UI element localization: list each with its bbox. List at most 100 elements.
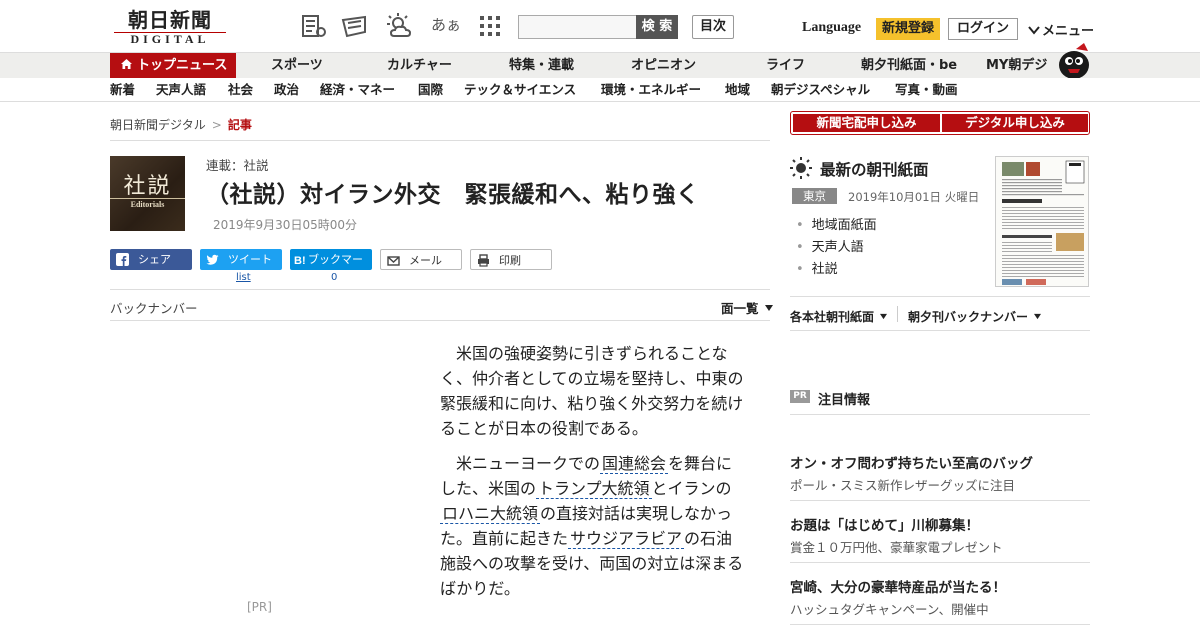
svg-text:B!: B! (294, 255, 306, 266)
pr-headline[interactable]: オン・オフ問わず持ちたい至高のバッグ (790, 452, 1033, 472)
pr-subtext[interactable]: ハッシュタグキャンペーン、開催中 (790, 599, 989, 618)
newspaper-thumbnail[interactable] (995, 156, 1089, 287)
text-run: 米ニューヨークでの (456, 454, 601, 473)
nav-item-sports[interactable]: スポーツ (271, 53, 323, 79)
hatena-bookmark-button[interactable]: B! ブックマーク (290, 249, 372, 287)
nav-item-print-edition[interactable]: 朝夕刊紙面・be (861, 53, 957, 79)
nav-item-life[interactable]: ライフ (766, 53, 805, 79)
paper-link[interactable]: • 天声人語 (796, 236, 864, 255)
regional-paper-dropdown[interactable]: 各本社朝刊紙面 (790, 308, 888, 325)
keyword-link-rouhani[interactable]: ロハニ大統領 (440, 504, 541, 524)
breadcrumb: 朝日新聞デジタル > 記事 (110, 116, 252, 133)
pr-headline[interactable]: 宮崎、大分の豪華特産品が当たる！ (790, 576, 1006, 596)
triangle-down-icon (880, 313, 888, 320)
menu-label: メニュー (1042, 24, 1095, 39)
nav-item-label: トップニュース (137, 58, 228, 73)
mail-share-button[interactable]: メール (380, 249, 462, 270)
twitter-tweet-button[interactable]: ツイート (200, 249, 282, 270)
divider (790, 414, 1090, 415)
apply-buttons: 新聞宅配申し込み デジタル申し込み (790, 111, 1090, 135)
paper-link-label: 社説 (811, 262, 838, 277)
paper-link[interactable]: • 社説 (796, 258, 838, 277)
menu-button[interactable]: メニュー (1028, 20, 1094, 39)
site-logo[interactable]: 朝日新聞 DIGITAL (110, 8, 230, 48)
font-size-button[interactable]: あぁ (431, 14, 461, 35)
newspaper-icon[interactable] (341, 12, 369, 40)
nav2-item-international[interactable]: 国際 (418, 78, 443, 102)
bullet-icon: • (796, 262, 804, 277)
search-input[interactable] (518, 15, 638, 39)
nav2-item-tech[interactable]: テック＆サイエンス (464, 78, 576, 102)
divider (790, 500, 1090, 501)
article-paragraph: 米国の強硬姿勢に引きずられることなく、仲介者としての立場を堅持し、中東の緊張緩和… (440, 344, 744, 438)
divider (790, 330, 1090, 331)
login-button[interactable]: ログイン (948, 18, 1018, 40)
bullet-icon: • (796, 218, 804, 233)
home-icon (121, 59, 132, 69)
nav2-item-photo-video[interactable]: 写真・動画 (895, 78, 958, 102)
keyword-link-saudi-arabia[interactable]: サウジアラビア (568, 529, 685, 549)
pr-subtext[interactable]: ポール・スミス新作レザーグッズに注目 (790, 475, 1015, 494)
nav-item-culture[interactable]: カルチャー (387, 53, 452, 79)
contents-button[interactable]: 目次 (692, 15, 734, 39)
back-number-link[interactable]: バックナンバー (110, 298, 198, 317)
nav2-item-society[interactable]: 社会 (228, 78, 253, 102)
triangle-down-icon (764, 304, 773, 311)
nav2-item-economy[interactable]: 経済・マネー (320, 78, 395, 102)
region-badge: 東京 (792, 188, 837, 204)
page-list-label: 面一覧 (721, 301, 759, 316)
apply-delivery-button[interactable]: 新聞宅配申し込み (793, 114, 940, 132)
language-link[interactable]: Language (802, 20, 861, 36)
nav2-item-politics[interactable]: 政治 (274, 78, 299, 102)
back-number-dropdown[interactable]: 朝夕刊バックナンバー (908, 308, 1042, 325)
pr-label: [PR] (247, 600, 272, 614)
twitter-tweet-label: ツイート (228, 253, 272, 266)
nav-item-top-news[interactable]: トップニュース (110, 53, 236, 79)
keyword-link-un-general-assembly[interactable]: 国連総会 (600, 454, 669, 474)
divider (790, 562, 1090, 563)
hatena-bookmark-label: ブックマーク (308, 253, 363, 287)
pr-subtext[interactable]: 賞金１０万円他、豪華家電プレゼント (790, 537, 1003, 556)
nav-item-my-asahi[interactable]: MY朝デジ (986, 53, 1047, 79)
series-label[interactable]: 連載：社説 (206, 155, 269, 174)
pr-headline[interactable]: お題は「はじめて」川柳募集！ (790, 514, 979, 534)
nav2-item-special[interactable]: 朝デジスペシャル (771, 78, 870, 102)
apps-grid-icon[interactable] (476, 12, 504, 40)
secondary-nav: 新着 天声人語 社会 政治 経済・マネー 国際 テック＆サイエンス 環境・エネル… (0, 78, 1200, 102)
mail-share-label: メール (409, 254, 442, 267)
paper-link[interactable]: • 地域面紙面 (796, 214, 877, 233)
breadcrumb-home[interactable]: 朝日新聞デジタル (110, 118, 206, 132)
hatena-bookmark-icon: B! (294, 255, 306, 266)
print-button[interactable]: 印刷 (470, 249, 552, 270)
chevron-down-icon (1028, 25, 1040, 35)
mail-icon (387, 256, 400, 266)
newspaper-page-image (996, 157, 1088, 286)
weather-icon[interactable] (385, 12, 413, 40)
nav-item-opinion[interactable]: オピニオン (631, 53, 696, 79)
mascot-icon[interactable] (1054, 43, 1094, 79)
article-paragraph: 米ニューヨークでの 国連総会 を舞台にした、米国の トランプ大統領 とイランのロハニ大統… (440, 451, 746, 601)
text-run: とイランの (651, 479, 732, 498)
nav2-item-tensei-jingo[interactable]: 天声人語 (156, 78, 206, 102)
divider (110, 289, 770, 290)
nav2-item-region[interactable]: 地域 (725, 78, 750, 102)
nav2-item-latest[interactable]: 新着 (110, 78, 135, 102)
nav-item-features[interactable]: 特集・連載 (509, 53, 574, 79)
article-title: （社説）対イラン外交 緊張緩和へ、粘り強く (206, 182, 700, 208)
nav2-item-environment[interactable]: 環境・エネルギー (601, 78, 701, 102)
facebook-share-button[interactable]: シェア (110, 249, 192, 270)
breadcrumb-current: 記事 (227, 118, 252, 132)
latest-paper-title[interactable]: 最新の朝刊紙面 (820, 158, 929, 180)
facebook-icon (116, 253, 129, 266)
series-thumbnail[interactable]: 社説 Editorials (110, 156, 185, 231)
twitter-count-link[interactable]: list (236, 272, 251, 283)
reading-list-icon[interactable] (300, 12, 328, 40)
register-button[interactable]: 新規登録 (876, 18, 940, 40)
print-icon (478, 254, 489, 267)
apply-digital-button[interactable]: デジタル申し込み (942, 114, 1088, 132)
keyword-link-trump[interactable]: トランプ大統領 (536, 479, 652, 499)
page-list-dropdown[interactable]: 面一覧 (721, 298, 774, 317)
triangle-down-icon (1034, 313, 1042, 320)
search-button[interactable]: 検 索 (636, 15, 678, 39)
divider (110, 320, 770, 321)
